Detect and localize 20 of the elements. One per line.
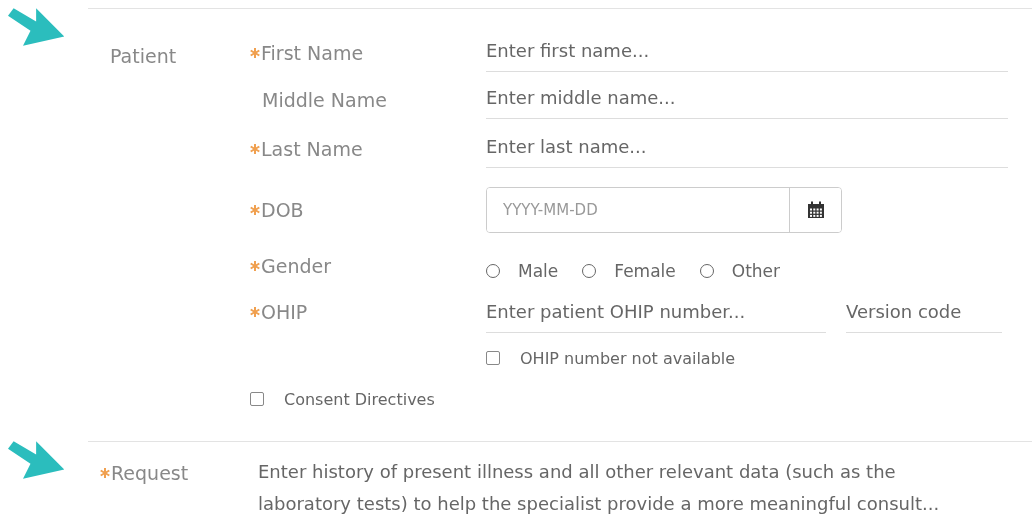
checkbox[interactable]: Consent Directives (250, 389, 435, 409)
input-field[interactable]: Enter middle name... (486, 80, 1008, 119)
field-label: Request (111, 462, 189, 484)
field-label: Gender (261, 255, 332, 277)
radio-option[interactable]: Other (699, 261, 781, 281)
input-field[interactable]: Enter last name... (486, 130, 1008, 168)
calendar-icon[interactable] (789, 188, 841, 232)
date-picker[interactable]: YYYY-MM-DD (486, 187, 842, 233)
field-label: Last Name (261, 138, 363, 160)
checkbox[interactable]: OHIP number not available (486, 348, 736, 368)
field-label: DOB (261, 199, 304, 221)
radio-option[interactable]: Female (582, 261, 676, 281)
section-title: Patient (110, 45, 178, 67)
field-label: First Name (261, 41, 364, 64)
radio-option[interactable]: Male (486, 261, 559, 281)
input-field[interactable]: Version code (846, 301, 1002, 333)
field-label: Middle Name (262, 88, 387, 111)
input-field[interactable]: Enter first name... (486, 33, 1008, 72)
input-field[interactable]: Enter patient OHIP number... (486, 301, 826, 333)
field-label: OHIP (261, 301, 308, 323)
